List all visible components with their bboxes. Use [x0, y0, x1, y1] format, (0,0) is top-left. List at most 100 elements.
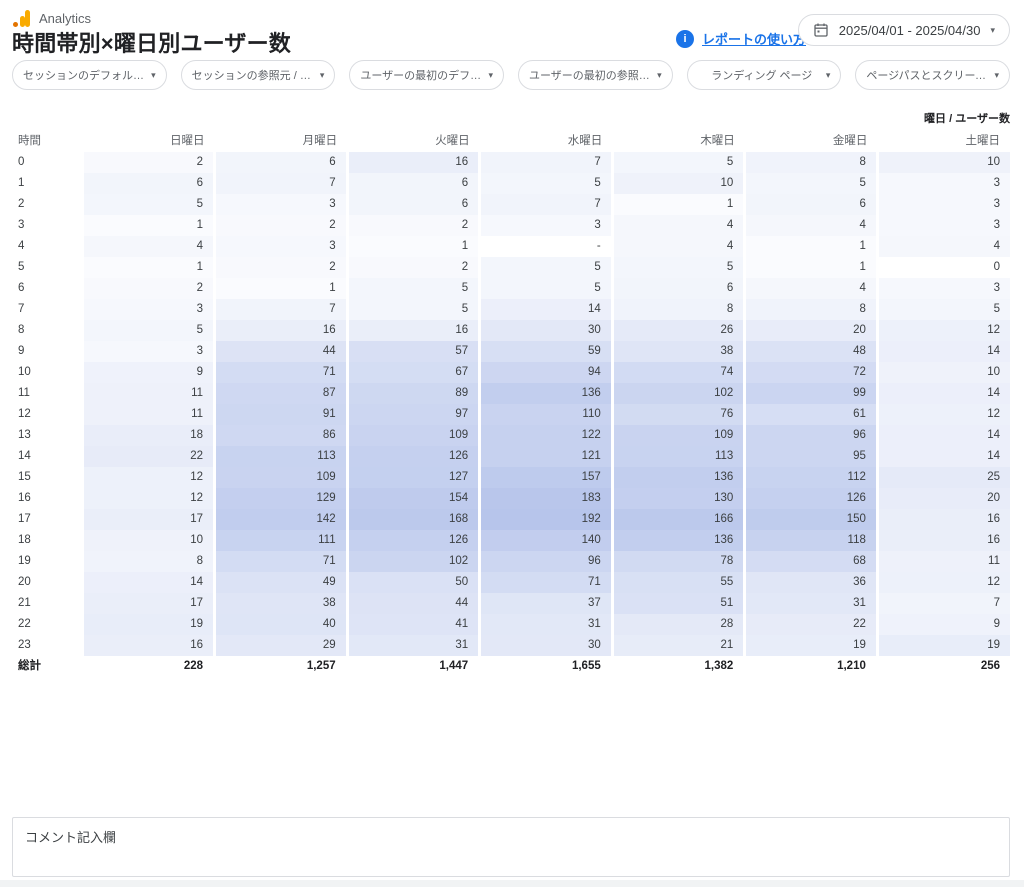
hour-label: 11	[12, 383, 82, 404]
table-row: 1987110296786811	[12, 551, 1010, 572]
hour-label: 8	[12, 320, 82, 341]
heat-cell: 3	[877, 278, 1010, 299]
heat-cell: 96	[745, 425, 878, 446]
heat-cell: 3	[480, 215, 613, 236]
heat-cell: 3	[82, 299, 215, 320]
table-row: 12119197110766112	[12, 404, 1010, 425]
day-column-header-2[interactable]: 月曜日	[215, 131, 348, 152]
heat-cell: 113	[612, 446, 745, 467]
filter-chip-3[interactable]: ユーザーの最初のデフォルト ...▾	[349, 60, 504, 90]
info-icon[interactable]: i	[676, 30, 694, 48]
heat-cell: 3	[877, 215, 1010, 236]
heat-cell: 2	[82, 152, 215, 173]
heat-cell: 1	[612, 194, 745, 215]
table-row: 2316293130211919	[12, 635, 1010, 656]
heat-cell: 136	[480, 383, 613, 404]
heat-cell: 55	[612, 572, 745, 593]
filter-chip-label: ユーザーの最初の参照元 / メ...	[529, 67, 657, 83]
heat-cell: 168	[347, 509, 480, 530]
heat-cell: 129	[215, 488, 348, 509]
day-column-header-6[interactable]: 金曜日	[745, 131, 878, 152]
heat-cell: 109	[612, 425, 745, 446]
day-column-header-4[interactable]: 水曜日	[480, 131, 613, 152]
help-link[interactable]: レポートの使い方	[702, 29, 806, 48]
total-value: 1,210	[745, 656, 878, 677]
heat-cell: 14	[877, 341, 1010, 362]
hour-label: 20	[12, 572, 82, 593]
total-value: 256	[877, 656, 1010, 677]
filter-chip-1[interactable]: セッションのデフォルト チャ...▾	[12, 60, 167, 90]
heat-cell: 94	[480, 362, 613, 383]
heat-cell: 11	[82, 404, 215, 425]
heat-cell: -	[480, 236, 613, 257]
heat-cell: 8	[745, 299, 878, 320]
table-row: 62155643	[12, 278, 1010, 299]
filter-chip-5[interactable]: ランディング ページ▾	[687, 60, 842, 90]
heat-cell: 74	[612, 362, 745, 383]
hour-label: 22	[12, 614, 82, 635]
heat-cell: 118	[745, 530, 878, 551]
heat-cell: 31	[347, 635, 480, 656]
day-column-header-7[interactable]: 土曜日	[877, 131, 1010, 152]
table-row: 4431-414	[12, 236, 1010, 257]
heat-cell: 16	[877, 530, 1010, 551]
comment-input[interactable]: コメント記入欄	[12, 817, 1010, 877]
heat-cell: 8	[612, 299, 745, 320]
report-table-section: 曜日 / ユーザー数 時間 日曜日月曜日火曜日水曜日木曜日金曜日土曜日 0261…	[12, 110, 1010, 677]
heat-cell: 4	[612, 236, 745, 257]
table-row: 109716794747210	[12, 362, 1010, 383]
hour-column-header[interactable]: 時間	[12, 131, 82, 152]
date-range-button[interactable]: 2025/04/01 - 2025/04/30 ▾	[798, 14, 1010, 46]
heat-cell: 89	[347, 383, 480, 404]
heat-cell: 2	[347, 257, 480, 278]
heat-cell: 109	[347, 425, 480, 446]
heat-cell: 113	[215, 446, 348, 467]
heat-cell: 12	[877, 320, 1010, 341]
total-value: 1,257	[215, 656, 348, 677]
heat-cell: 9	[82, 362, 215, 383]
heat-cell: 18	[82, 425, 215, 446]
hour-label: 19	[12, 551, 82, 572]
heat-cell: 25	[877, 467, 1010, 488]
day-column-header-5[interactable]: 木曜日	[612, 131, 745, 152]
filter-chip-2[interactable]: セッションの参照元 / メディア▾	[181, 60, 336, 90]
heat-cell: 1	[82, 215, 215, 236]
heat-cell: 57	[347, 341, 480, 362]
heat-cell: 3	[215, 236, 348, 257]
help-area: i レポートの使い方	[676, 29, 806, 48]
heat-cell: 68	[745, 551, 878, 572]
filter-chip-6[interactable]: ページパスとスクリーン クラス▾	[855, 60, 1010, 90]
heat-cell: 12	[877, 404, 1010, 425]
table-row: 151210912715713611225	[12, 467, 1010, 488]
heat-cell: 14	[480, 299, 613, 320]
heat-cell: 3	[877, 194, 1010, 215]
heat-cell: 10	[82, 530, 215, 551]
day-column-header-1[interactable]: 日曜日	[82, 131, 215, 152]
heat-cell: 4	[877, 236, 1010, 257]
heat-cell: 112	[745, 467, 878, 488]
table-row: 25367163	[12, 194, 1010, 215]
heat-cell: 157	[480, 467, 613, 488]
filter-chip-label: ランディング ページ	[698, 67, 826, 83]
heat-cell: 121	[480, 446, 613, 467]
day-column-header-3[interactable]: 火曜日	[347, 131, 480, 152]
filter-chip-label: ユーザーの最初のデフォルト ...	[360, 67, 488, 83]
table-row: 2014495071553612	[12, 572, 1010, 593]
heat-cell: 110	[480, 404, 613, 425]
heat-cell: 6	[347, 173, 480, 194]
hour-label: 0	[12, 152, 82, 173]
hour-label: 14	[12, 446, 82, 467]
heat-cell: 136	[612, 530, 745, 551]
hour-label: 12	[12, 404, 82, 425]
filter-chip-4[interactable]: ユーザーの最初の参照元 / メ...▾	[518, 60, 673, 90]
heat-cell: 40	[215, 614, 348, 635]
chevron-down-icon: ▾	[151, 71, 156, 80]
heat-cell: 16	[82, 635, 215, 656]
table-row: 167651053	[12, 173, 1010, 194]
heat-cell: 192	[480, 509, 613, 530]
heat-cell: 1	[347, 236, 480, 257]
hour-label: 16	[12, 488, 82, 509]
table-row: 14221131261211139514	[12, 446, 1010, 467]
heat-cell: 1	[745, 257, 878, 278]
heat-cell: 14	[82, 572, 215, 593]
